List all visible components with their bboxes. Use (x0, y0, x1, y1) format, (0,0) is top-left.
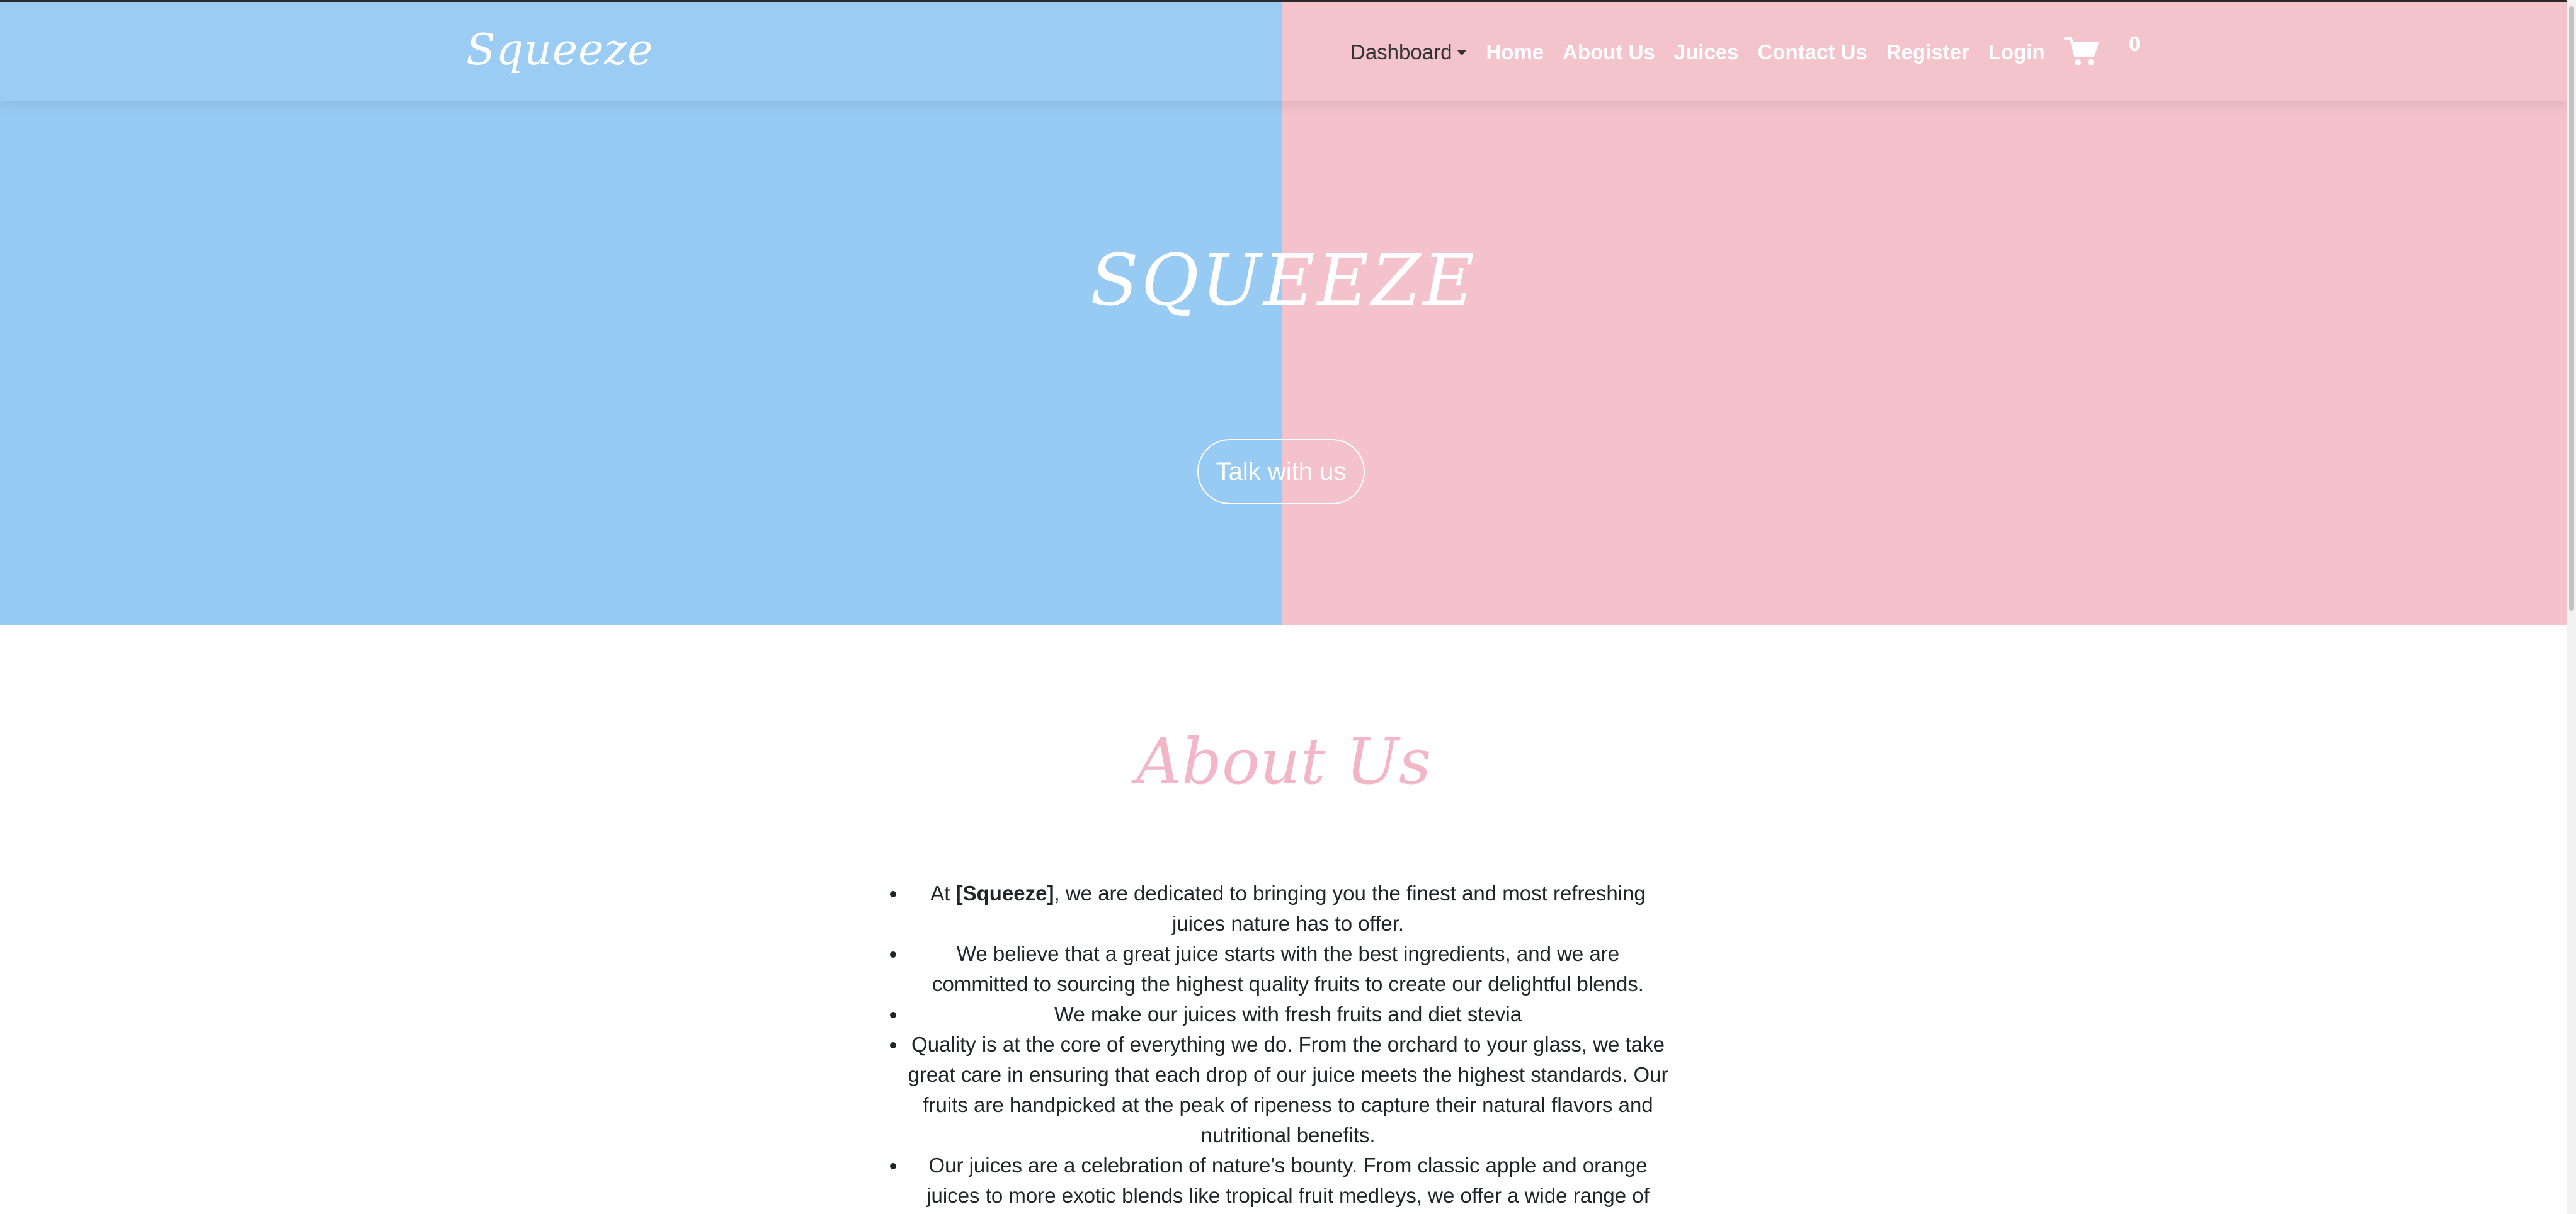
list-item: At [Squeeze], we are dedicated to bringi… (907, 878, 1669, 939)
list-item-text: At (930, 882, 956, 905)
nav-juices[interactable]: Juices (1674, 42, 1739, 62)
nav-contact-us[interactable]: Contact Us (1758, 42, 1867, 62)
cart-count-badge: 0 (2129, 32, 2141, 55)
dashboard-dropdown[interactable]: Dashboard (1350, 40, 1468, 64)
scrollbar-thumb[interactable] (2569, 6, 2574, 611)
top-border (0, 0, 2567, 2)
nav-links: Dashboard Home About Us Juices Contact U… (1350, 2, 2099, 101)
talk-with-us-button[interactable]: Talk with us (1197, 439, 1365, 504)
list-item-text: , we are dedicated to bringing you the f… (1054, 882, 1646, 935)
page: SQUEEZE Talk with us Squeeze Dashboard H… (0, 0, 2576, 1214)
vertical-scrollbar[interactable] (2567, 0, 2576, 1214)
nav-about-us[interactable]: About Us (1563, 42, 1655, 62)
list-item: Our juices are a celebration of nature's… (907, 1150, 1669, 1211)
shopping-cart-icon (2063, 37, 2099, 65)
hero-title: SQUEEZE (1090, 240, 1478, 322)
navbar: Squeeze Dashboard Home About Us Juices C… (0, 2, 2567, 101)
nav-register[interactable]: Register (1886, 42, 1969, 62)
caret-down-icon (1457, 49, 1468, 55)
nav-login[interactable]: Login (1988, 42, 2045, 62)
list-item: We make our juices with fresh fruits and… (907, 999, 1669, 1030)
dashboard-dropdown-label: Dashboard (1350, 40, 1452, 64)
about-us-list: At [Squeeze], we are dedicated to bringi… (907, 878, 1669, 1211)
brand-name-bold: [Squeeze] (955, 882, 1054, 905)
about-us-heading: About Us (1136, 725, 1432, 798)
list-item: We believe that a great juice starts wit… (907, 939, 1669, 999)
cart-link[interactable] (2063, 36, 2099, 67)
list-item: Quality is at the core of everything we … (907, 1030, 1669, 1150)
brand-logo[interactable]: Squeeze (466, 26, 653, 74)
nav-home[interactable]: Home (1486, 42, 1544, 62)
